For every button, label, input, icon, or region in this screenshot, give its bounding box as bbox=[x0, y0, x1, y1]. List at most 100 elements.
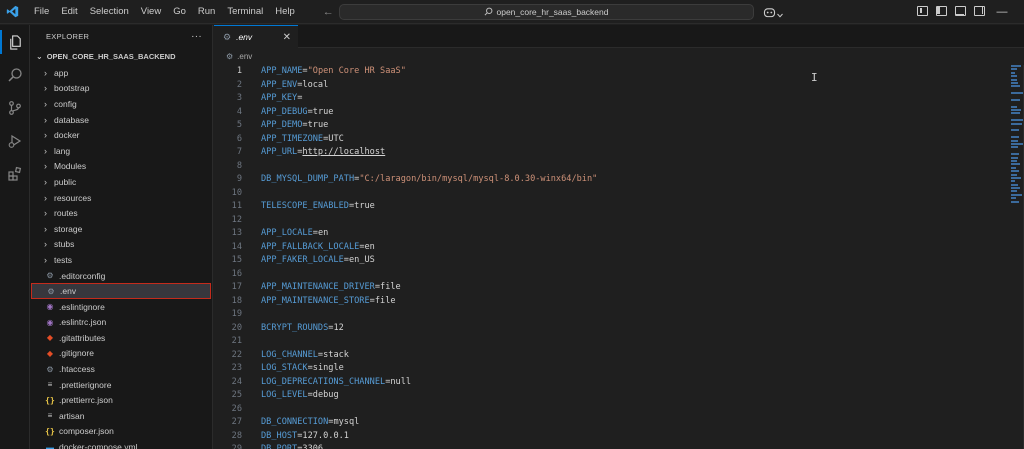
minimap-line bbox=[1011, 146, 1018, 149]
folder-item[interactable]: › storage bbox=[30, 221, 212, 237]
more-actions-icon[interactable]: ··· bbox=[191, 31, 202, 42]
menu-selection[interactable]: Selection bbox=[84, 0, 135, 24]
folder-item[interactable]: › Modules bbox=[30, 159, 212, 175]
file-item[interactable]: ≡ .prettierignore bbox=[30, 377, 212, 393]
chevron-right-icon: › bbox=[44, 161, 47, 172]
toggle-panel-icon[interactable] bbox=[955, 6, 966, 16]
env-value[interactable]: http://localhost bbox=[302, 147, 385, 157]
minimap-line bbox=[1011, 163, 1020, 166]
line-text: DB_HOST=127.0.0.1 bbox=[261, 430, 349, 444]
extensions-icon[interactable] bbox=[0, 159, 30, 189]
tab-env[interactable]: ⚙ .env ✕ bbox=[214, 25, 298, 48]
breadcrumb-file[interactable]: .env bbox=[237, 52, 252, 61]
folder-item[interactable]: › bootstrap bbox=[30, 81, 212, 97]
folder-item[interactable]: › docker bbox=[30, 127, 212, 143]
source-control-icon[interactable] bbox=[0, 93, 30, 123]
minimap-line bbox=[1011, 119, 1023, 122]
line-number: 28 bbox=[231, 430, 242, 441]
minimize-icon[interactable]: — bbox=[995, 0, 1009, 24]
minimap-line bbox=[1011, 166, 1016, 169]
env-key: DB_MYSQL_DUMP_PATH bbox=[261, 174, 355, 184]
line-text: DB_CONNECTION=mysql bbox=[261, 416, 359, 430]
env-value: local bbox=[302, 79, 329, 90]
menu-file[interactable]: File bbox=[28, 0, 55, 24]
project-section-header[interactable]: ⌄ OPEN_CORE_HR_SAAS_BACKEND bbox=[30, 47, 212, 65]
code-editor[interactable]: 1 APP_NAME="Open Core HR SaaS" 2 APP_ENV=lo… bbox=[214, 65, 1004, 449]
code-line: 7 APP_URL=http://localhost bbox=[214, 146, 1004, 160]
minimap-line bbox=[1011, 180, 1015, 183]
folder-item[interactable]: › app bbox=[30, 65, 212, 81]
folder-item[interactable]: › database bbox=[30, 112, 212, 128]
minimap-line bbox=[1011, 156, 1018, 159]
menu-help[interactable]: Help bbox=[269, 0, 301, 24]
file-item[interactable]: ▬ docker-compose.yml bbox=[30, 439, 212, 449]
minimap-line bbox=[1011, 122, 1022, 125]
code-line: 26 bbox=[214, 403, 1004, 417]
command-center-search[interactable]: open_core_hr_saas_backend bbox=[339, 4, 754, 20]
file-item-selected[interactable]: ⚙ .env bbox=[31, 283, 211, 299]
code-line: 2 APP_ENV=local bbox=[214, 79, 1004, 93]
back-arrow-icon[interactable]: ← bbox=[323, 6, 334, 18]
file-item[interactable]: ⚙ .htaccess bbox=[30, 361, 212, 377]
env-value: mysql bbox=[333, 417, 360, 427]
minimap-line bbox=[1011, 105, 1017, 108]
line-number: 27 bbox=[231, 417, 242, 427]
equals-sign: = bbox=[297, 93, 303, 103]
code-line: 3 APP_KEY= bbox=[214, 92, 1004, 106]
folder-item[interactable]: › routes bbox=[30, 205, 212, 221]
file-label: artisan bbox=[59, 410, 85, 421]
window-controls: — bbox=[995, 0, 1009, 24]
code-line: 21 bbox=[214, 335, 1004, 349]
eslint-icon: ◉ bbox=[46, 302, 54, 312]
customize-layout-icon[interactable] bbox=[917, 6, 928, 16]
file-item[interactable]: ◆ .gitattributes bbox=[30, 330, 212, 346]
minimap-line bbox=[1011, 176, 1021, 179]
file-item[interactable]: {} .prettierrc.json bbox=[30, 392, 212, 408]
env-key: BCRYPT_ROUNDS bbox=[261, 322, 329, 333]
env-key: DB_CONNECTION bbox=[261, 417, 329, 427]
folder-item[interactable]: › lang bbox=[30, 143, 212, 159]
code-line: 10 bbox=[214, 187, 1004, 201]
env-value: en bbox=[317, 228, 329, 238]
folder-item[interactable]: › stubs bbox=[30, 237, 212, 253]
env-value: file bbox=[380, 282, 401, 292]
folder-item[interactable]: › config bbox=[30, 96, 212, 112]
folder-item[interactable]: › tests bbox=[30, 252, 212, 268]
line-text: DB_PORT=3306 bbox=[261, 443, 323, 449]
folder-label: lang bbox=[54, 145, 71, 156]
folder-item[interactable]: › resources bbox=[30, 190, 212, 206]
file-item[interactable]: ◉ .eslintrc.json bbox=[30, 315, 212, 331]
toggle-primary-sidebar-icon[interactable] bbox=[936, 6, 947, 16]
folder-label: tests bbox=[54, 254, 72, 265]
toggle-secondary-sidebar-icon[interactable] bbox=[974, 6, 985, 16]
explorer-icon[interactable] bbox=[0, 27, 30, 57]
close-icon[interactable]: ✕ bbox=[283, 32, 291, 43]
json-icon: {} bbox=[45, 426, 55, 436]
line-number: 17 bbox=[231, 282, 242, 292]
env-key: DB_PORT bbox=[261, 444, 298, 449]
run-debug-icon[interactable] bbox=[0, 126, 30, 156]
file-item[interactable]: ◆ .gitignore bbox=[30, 346, 212, 362]
code-line: 24 LOG_DEPRECATIONS_CHANNEL=null bbox=[214, 376, 1004, 390]
git-icon: ◆ bbox=[46, 333, 54, 343]
minimap-line bbox=[1011, 190, 1017, 193]
file-label: composer.json bbox=[59, 426, 114, 437]
chevron-right-icon: › bbox=[44, 223, 47, 234]
file-item[interactable]: {} composer.json bbox=[30, 424, 212, 440]
search-icon[interactable] bbox=[0, 60, 30, 90]
minimap-line bbox=[1011, 159, 1017, 162]
menu-run[interactable]: Run bbox=[192, 0, 221, 24]
file-item[interactable]: ≡ artisan bbox=[30, 408, 212, 424]
copilot-button[interactable] bbox=[763, 5, 783, 23]
menu-terminal[interactable]: Terminal bbox=[221, 0, 269, 24]
file-item[interactable]: ⚙ .editorconfig bbox=[30, 268, 212, 284]
menu-go[interactable]: Go bbox=[167, 0, 192, 24]
menu-bar: File Edit Selection View Go Run Terminal Help bbox=[28, 0, 301, 24]
folder-item[interactable]: › public bbox=[30, 174, 212, 190]
code-line: 19 bbox=[214, 308, 1004, 322]
code-line: 5 APP_DEMO=true bbox=[214, 119, 1004, 133]
file-item[interactable]: ◉ .eslintignore bbox=[30, 299, 212, 315]
explorer-title: EXPLORER bbox=[46, 31, 90, 41]
menu-view[interactable]: View bbox=[135, 0, 167, 24]
menu-edit[interactable]: Edit bbox=[55, 0, 83, 24]
